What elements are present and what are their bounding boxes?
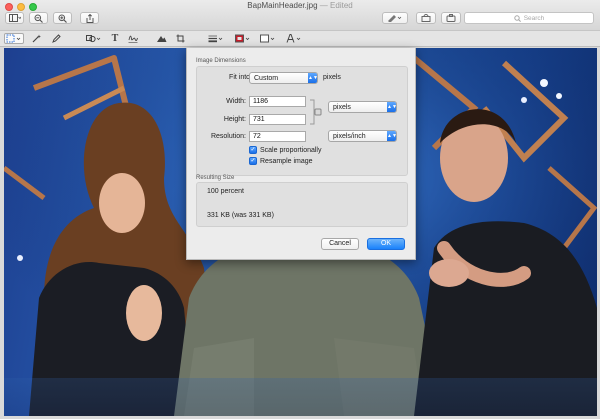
resulting-percent: 100 percent xyxy=(207,188,244,195)
markup-toolbar: T xyxy=(0,31,600,47)
selection-tool-button[interactable] xyxy=(4,33,24,44)
sketch-tool-button[interactable] xyxy=(50,33,62,44)
fill-color-icon xyxy=(260,34,275,43)
ok-button[interactable]: OK xyxy=(367,238,405,250)
height-field[interactable]: 731 xyxy=(249,114,306,125)
resolution-unit-value: pixels/inch xyxy=(333,133,366,140)
zoom-out-button[interactable] xyxy=(29,12,48,24)
popup-arrows-icon: ▲▼ xyxy=(387,131,397,141)
toolbox-icon xyxy=(446,14,456,22)
zoom-out-icon xyxy=(34,14,43,23)
signature-tool-button[interactable] xyxy=(127,33,139,44)
markup-toolbar-button[interactable] xyxy=(382,12,408,24)
scale-proportionally-checkbox[interactable]: ✓ Scale proportionally xyxy=(249,146,321,154)
dimension-unit-popup[interactable]: pixels ▲▼ xyxy=(328,101,397,113)
resolution-unit-popup[interactable]: pixels/inch ▲▼ xyxy=(328,130,397,142)
adjust-color-button[interactable] xyxy=(154,33,168,44)
instant-alpha-button[interactable] xyxy=(30,33,42,44)
sidebar-icon xyxy=(8,14,21,22)
crop-icon xyxy=(176,34,184,43)
search-field[interactable]: Search xyxy=(464,12,594,24)
border-color-button[interactable] xyxy=(233,33,253,44)
text-icon: T xyxy=(111,33,119,44)
lock-icon xyxy=(314,108,322,116)
fit-into-unit: pixels xyxy=(323,74,341,81)
popup-arrows-icon: ▲▼ xyxy=(308,73,318,83)
shapes-menu-button[interactable] xyxy=(84,33,104,44)
resulting-size-label: Resulting Size xyxy=(196,175,235,181)
toolbox-button[interactable] xyxy=(441,12,461,24)
rotate-button[interactable] xyxy=(416,12,436,24)
window-status: Edited xyxy=(330,1,353,10)
resolution-field[interactable]: 72 xyxy=(249,131,306,142)
checkmark-icon: ✓ xyxy=(249,157,257,165)
adjust-color-icon xyxy=(156,36,166,42)
popup-arrows-icon: ▲▼ xyxy=(387,102,397,112)
text-tool-button[interactable]: T xyxy=(110,33,120,44)
line-style-button[interactable] xyxy=(206,33,226,44)
fit-into-label: Fit into: xyxy=(229,74,252,81)
fit-into-value: Custom xyxy=(254,75,279,82)
text-style-button[interactable] xyxy=(284,33,304,44)
crop-button[interactable] xyxy=(174,33,186,44)
adjust-size-dialog: Image Dimensions Fit into: Custom ▲▼ pix… xyxy=(186,48,416,260)
zoom-in-icon xyxy=(58,14,67,23)
shapes-icon xyxy=(86,35,101,43)
checkmark-icon: ✓ xyxy=(249,146,257,154)
rotate-icon xyxy=(421,14,431,22)
resolution-label: Resolution: xyxy=(210,133,246,140)
pen-tip-icon xyxy=(388,15,402,22)
window-title-separator: — xyxy=(319,1,328,10)
scale-proportionally-label: Scale proportionally xyxy=(260,146,322,154)
width-field[interactable]: 1186 xyxy=(249,96,306,107)
fit-into-popup[interactable]: Custom ▲▼ xyxy=(249,72,318,84)
height-label: Height: xyxy=(223,116,246,123)
window-title: BapMainHeader.jpg — Edited xyxy=(0,1,600,10)
signature-icon xyxy=(128,35,138,43)
line-style-icon xyxy=(208,35,223,43)
share-icon xyxy=(86,13,93,23)
text-style-icon xyxy=(286,34,301,43)
window-filename: BapMainHeader.jpg xyxy=(247,1,318,10)
fill-color-button[interactable] xyxy=(258,33,278,44)
resulting-file-size: 331 KB (was 331 KB) xyxy=(207,212,274,219)
resample-image-label: Resample image xyxy=(260,157,313,165)
title-bar: BapMainHeader.jpg — Edited Search xyxy=(0,0,600,31)
width-label: Width: xyxy=(226,98,246,105)
zoom-in-button[interactable] xyxy=(53,12,72,24)
resample-image-checkbox[interactable]: ✓ Resample image xyxy=(249,157,313,165)
dimension-unit-value: pixels xyxy=(333,104,351,111)
proportion-link-bracket xyxy=(310,99,322,125)
image-dimensions-label: Image Dimensions xyxy=(196,58,246,64)
rectangular-selection-icon xyxy=(6,34,21,43)
search-icon xyxy=(513,14,521,22)
pen-icon xyxy=(51,34,61,43)
share-button[interactable] xyxy=(80,12,99,24)
search-placeholder: Search xyxy=(523,14,545,22)
cancel-button[interactable]: Cancel xyxy=(321,238,359,250)
view-menu-button[interactable] xyxy=(5,12,24,24)
magic-wand-icon xyxy=(32,34,41,43)
border-color-icon xyxy=(235,34,250,43)
